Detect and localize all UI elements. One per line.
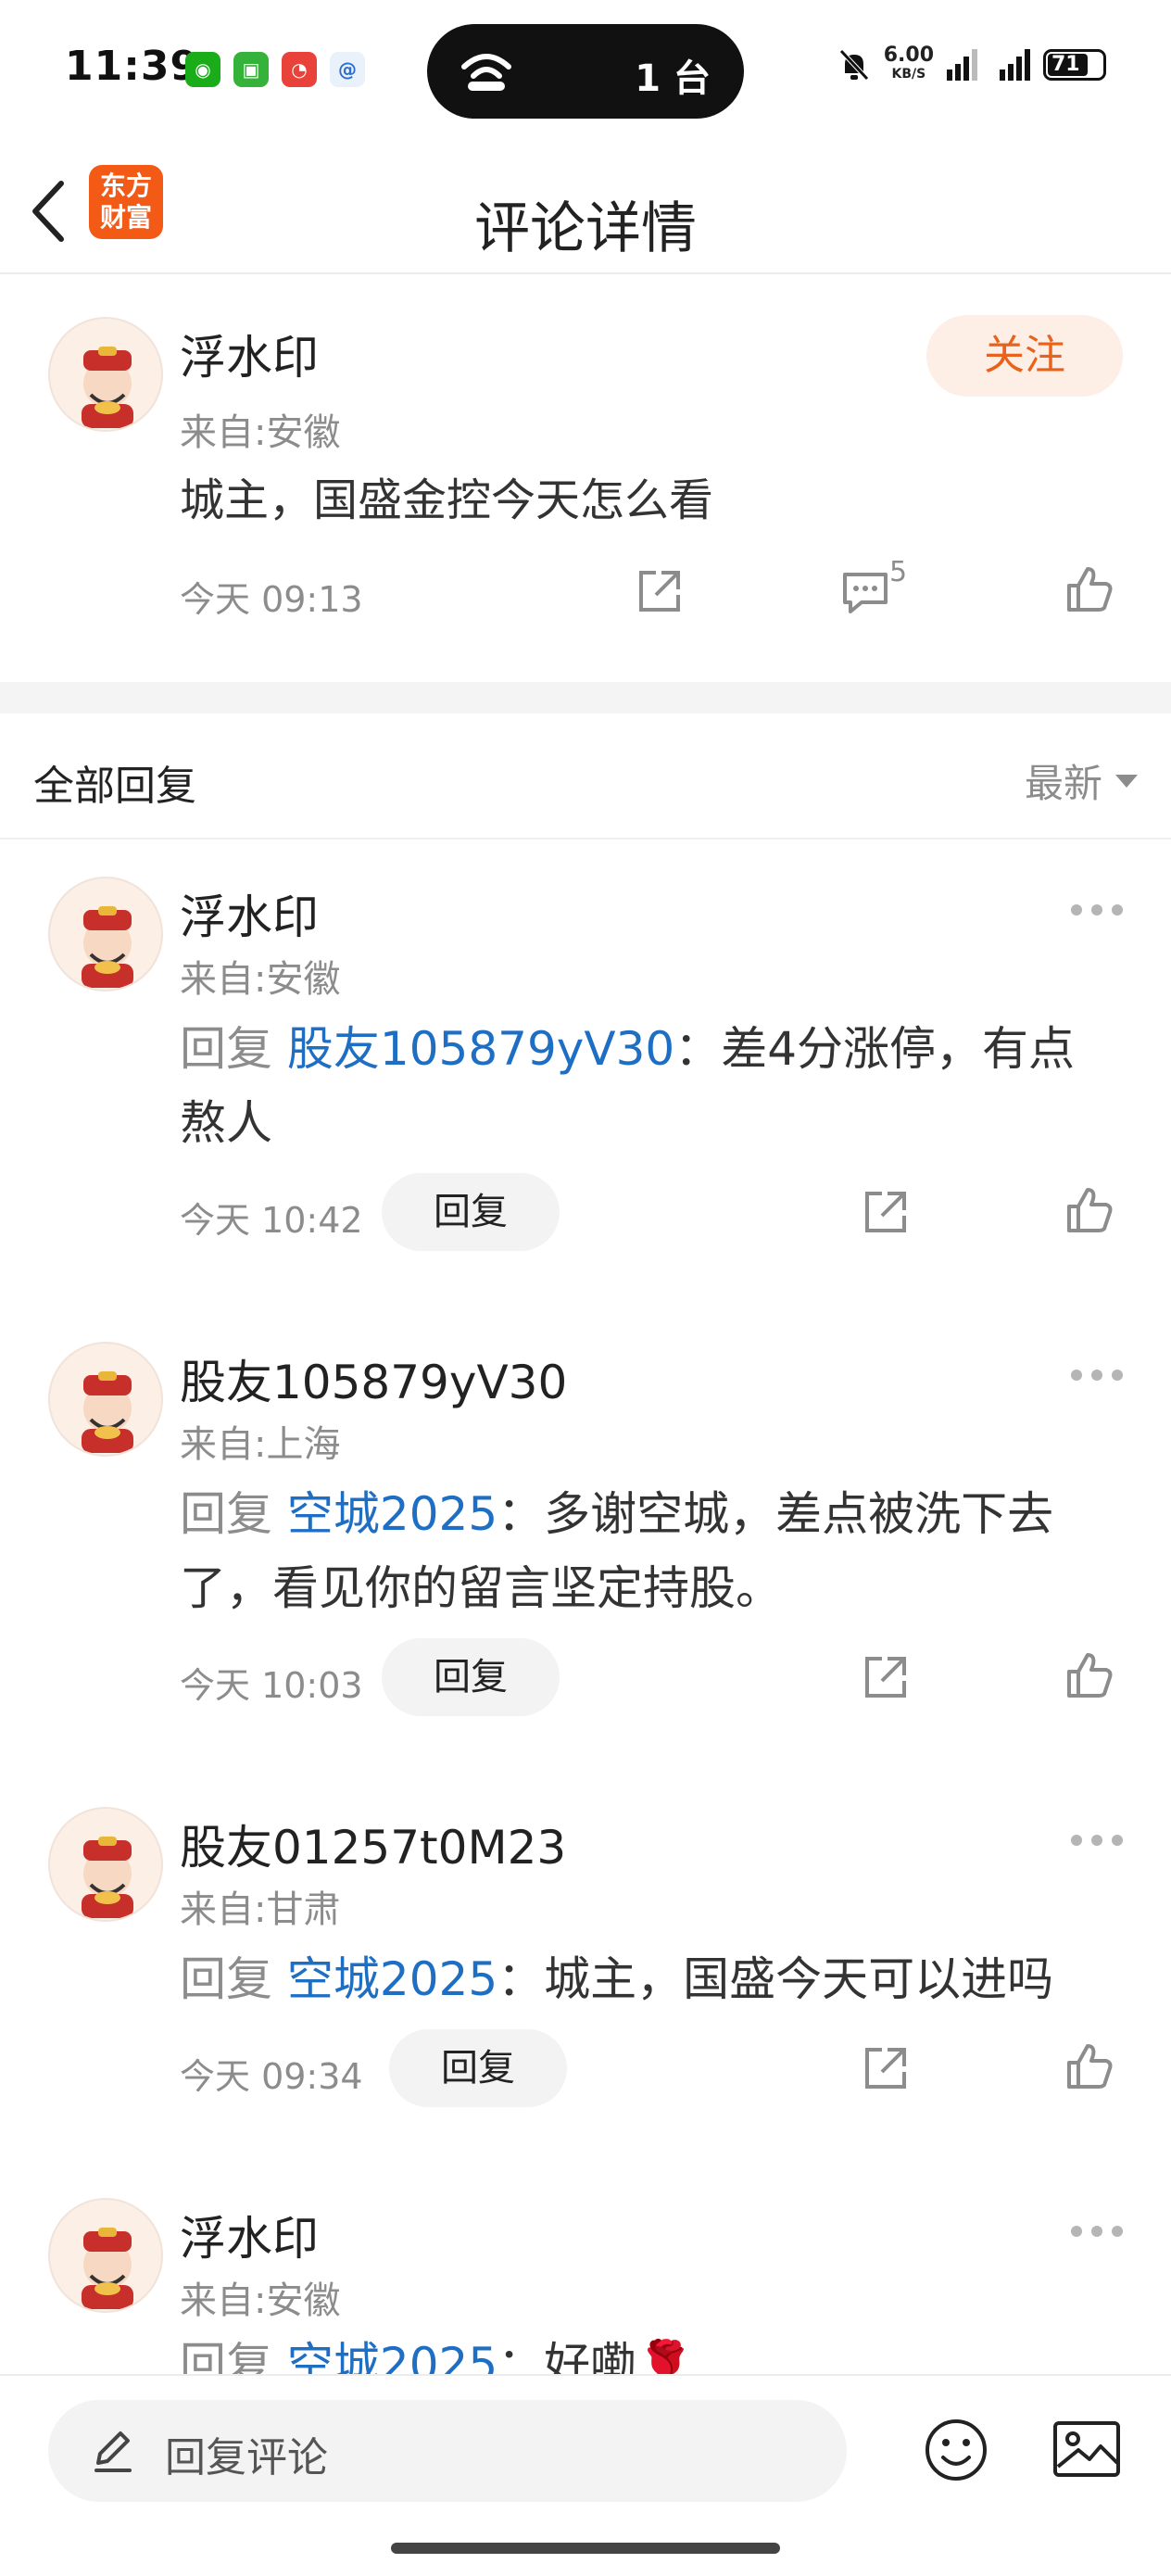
reply-location: 来自:安徽 [180,2279,341,2322]
reply-input-bar: 回复评论 [0,2374,1171,2576]
home-indicator[interactable] [391,2543,780,2554]
caishen-avatar-icon [82,1837,133,1918]
thumbs-up-icon[interactable] [1064,563,1115,615]
browser-app-icon: @ [330,52,365,87]
replies-title: 全部回复 [33,763,196,810]
post-time: 今天 09:13 [180,579,363,620]
reply-content: 回复 空城2025：城主，国盛今天可以进吗 [180,1952,1054,2006]
avatar[interactable] [48,1342,163,1457]
status-time: 11:39 [65,43,200,90]
battery-icon: 71 [1043,49,1106,81]
more-dots-icon[interactable] [1071,1835,1123,1846]
caishen-avatar-icon [82,2228,133,2309]
caishen-avatar-icon [82,906,133,988]
sort-dropdown[interactable]: 最新 [1025,752,1138,809]
share-icon[interactable] [860,2042,912,2094]
reply-target-link[interactable]: 股友105879yV30 [287,1022,674,1076]
hotspot-icon [461,54,511,91]
avatar[interactable] [48,1807,163,1922]
signal-1-icon [947,49,977,81]
battery-level: 71 [1051,53,1080,76]
reply-content: 回复 股友105879yV30：差4分涨停，有点 熬人 [180,1022,1076,1150]
avatar[interactable] [48,877,163,991]
reply-count: 5 [889,556,908,588]
reply-button[interactable]: 回复 [382,1173,560,1251]
dynamic-island: 1 台 [427,24,744,119]
status-bar: 11:39 ◉ ▣ ◔ @ 1 台 6.00 KB/S 71 [0,0,1171,148]
page-title: 评论详情 [474,196,697,261]
share-icon[interactable] [860,1651,912,1703]
status-indicators: 6.00 KB/S 71 [837,44,1106,83]
avatar[interactable] [48,317,163,432]
reply-content: 回复 空城2025：多谢空城，差点被洗下去 了，看见你的留言坚定持股。 [180,1487,1054,1615]
share-icon[interactable] [860,1186,912,1238]
reply-location: 来自:安徽 [180,958,341,1001]
section-divider [0,682,1171,713]
reply-author[interactable]: 股友01257t0M23 [180,1811,566,1877]
net-speed: 6.00 KB/S [883,44,934,82]
pen-icon [94,2431,132,2472]
app-store-icon: ▣ [233,52,269,87]
reply-author[interactable]: 股友105879yV30 [180,1345,567,1412]
status-app-icons: ◉ ▣ ◔ @ [185,52,365,87]
reply-time: 今天 10:03 [180,1665,363,1706]
caishen-avatar-icon [82,347,133,428]
comment-icon[interactable] [839,565,891,617]
top-nav-bar: 东方 财富 评论详情 [0,148,1171,274]
caishen-avatar-icon [82,1371,133,1453]
reply-target-link[interactable]: 空城2025 [287,1952,497,2006]
reply-input-placeholder: 回复评论 [165,2434,328,2481]
reply-button[interactable]: 回复 [382,1638,560,1716]
image-icon[interactable] [1052,2420,1121,2478]
reply-time: 今天 10:42 [180,1200,363,1241]
caret-down-icon [1115,774,1138,788]
avatar[interactable] [48,2198,163,2313]
reply-button[interactable]: 回复 [389,2029,567,2107]
reply-author[interactable]: 浮水印 [180,2202,319,2268]
follow-button[interactable]: 关注 [926,315,1123,397]
thumbs-up-icon[interactable] [1064,1184,1115,1236]
emoji-icon[interactable] [923,2417,989,2483]
post-location: 来自:安徽 [180,411,341,454]
post-content: 城主，国盛金控今天怎么看 [180,474,714,526]
comment-detail-page: 11:39 ◉ ▣ ◔ @ 1 台 6.00 KB/S 71 东方 财富 评论详… [0,0,1171,2576]
reply-location: 来自:甘肃 [180,1888,341,1931]
reply-location: 来自:上海 [180,1423,341,1466]
replies-header: 全部回复 最新 [0,713,1171,840]
mute-bell-icon [838,49,869,81]
reply-target-link[interactable]: 空城2025 [287,1487,497,1541]
island-text: 1 台 [635,57,711,100]
share-icon[interactable] [634,565,686,617]
more-dots-icon[interactable] [1071,2226,1123,2237]
post-author[interactable]: 浮水印 [180,321,319,387]
signal-2-icon [1000,49,1030,81]
more-dots-icon[interactable] [1071,1370,1123,1381]
reply-author[interactable]: 浮水印 [180,880,319,947]
clock-app-icon: ◔ [282,52,317,87]
thumbs-up-icon[interactable] [1064,1649,1115,1701]
reply-time: 今天 09:34 [180,2056,363,2097]
more-dots-icon[interactable] [1071,904,1123,915]
wechat-icon: ◉ [185,52,220,87]
thumbs-up-icon[interactable] [1064,2040,1115,2092]
reply-input[interactable]: 回复评论 [48,2400,847,2502]
